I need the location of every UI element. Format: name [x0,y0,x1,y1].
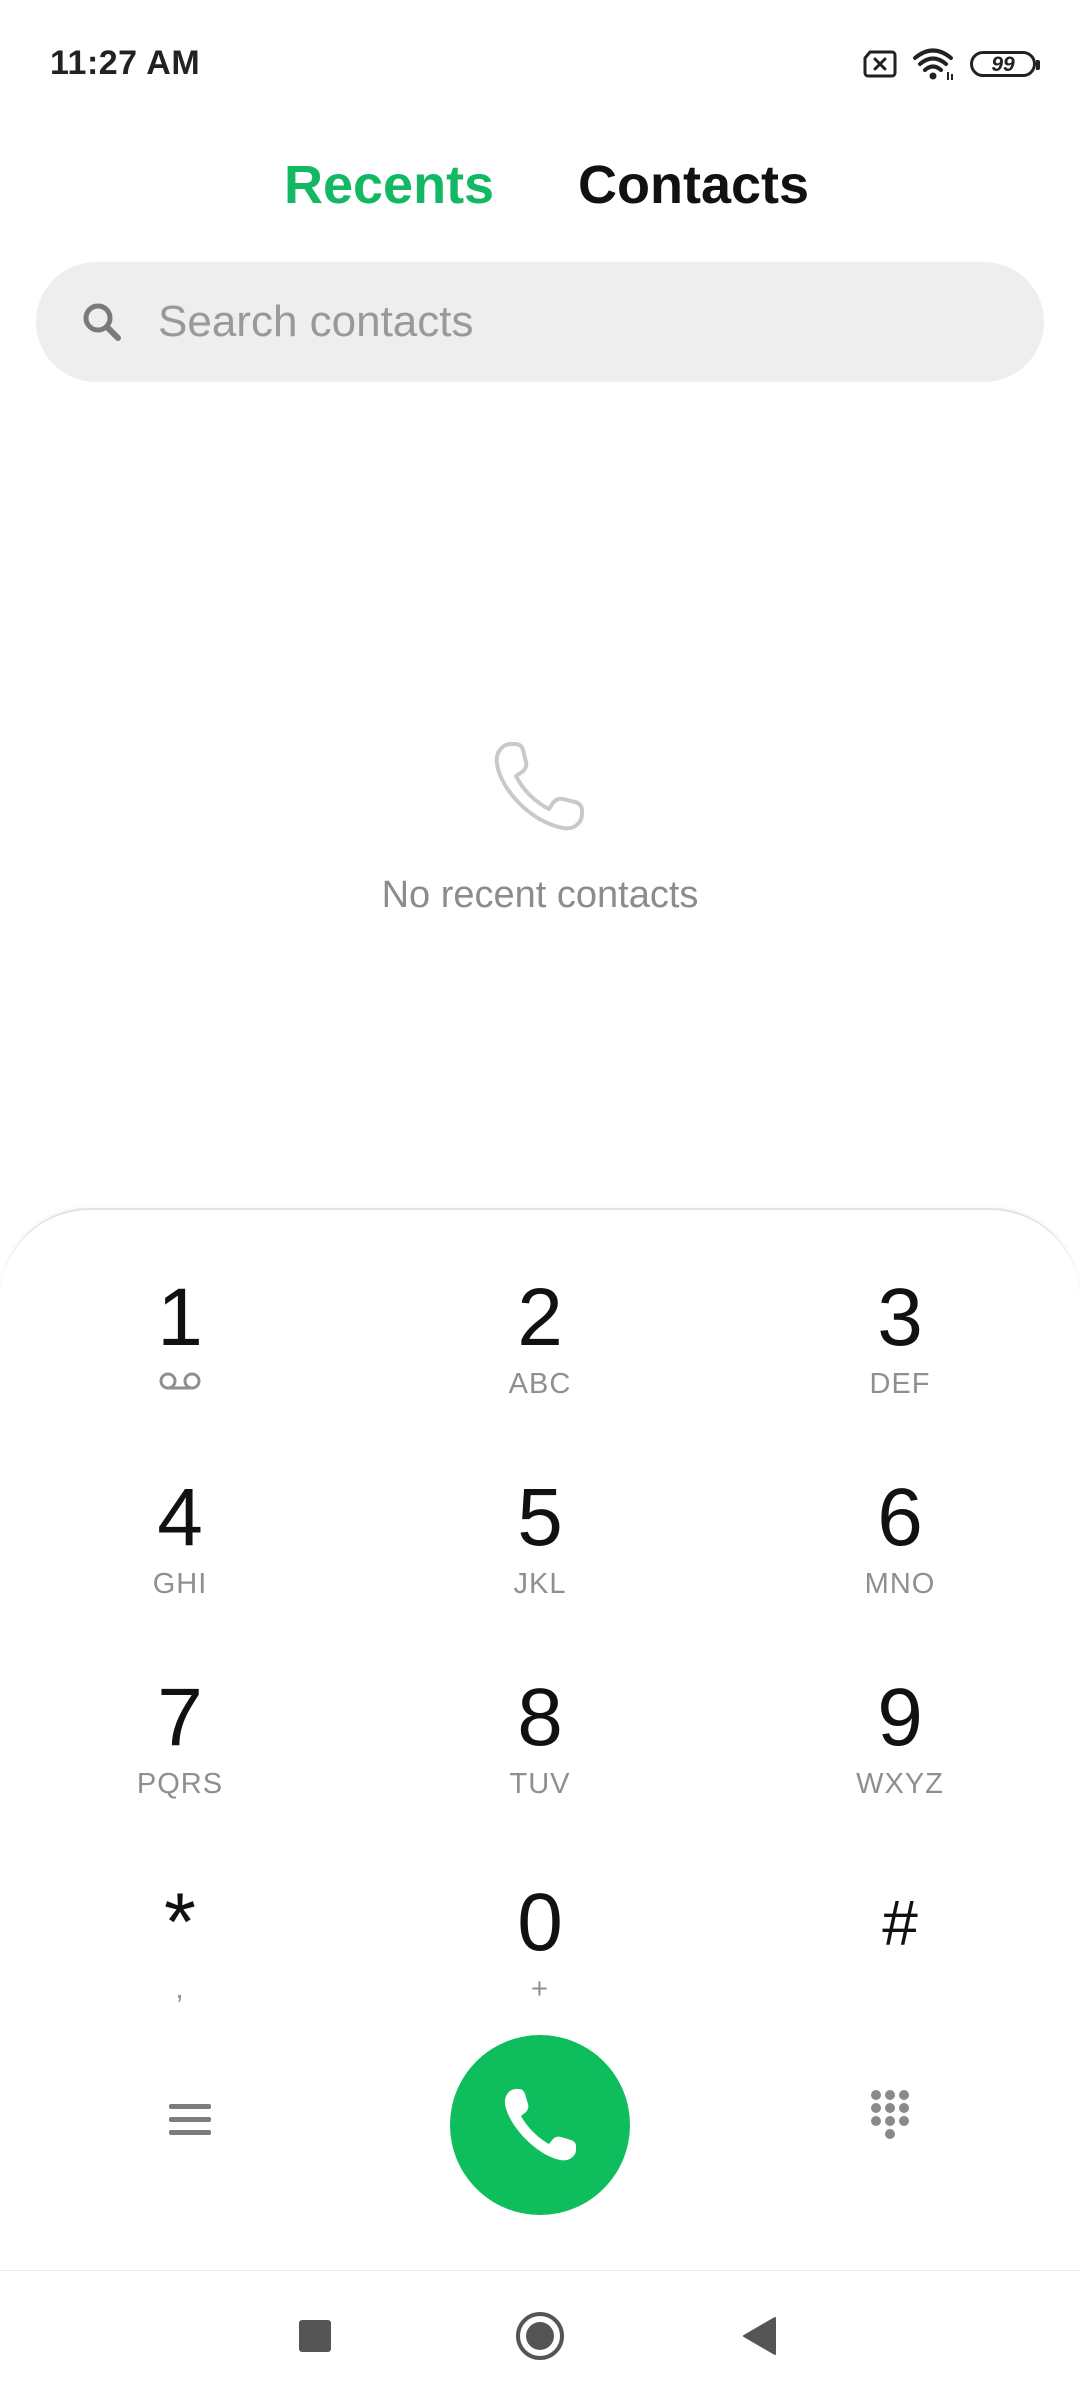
key-digit: 4 [157,1472,203,1563]
phone-call-icon [504,2089,576,2161]
nav-recents-button[interactable] [280,2301,350,2371]
battery-icon: 99 [970,51,1040,77]
phone-dialer-screen: 11:27 AM 99 Recents Contacts Search cont… [0,0,1080,2400]
key-digit: 3 [877,1272,923,1363]
tab-recents[interactable]: Recents [284,145,494,225]
battery-cap [1036,60,1040,70]
empty-state: No recent contacts [0,730,1080,917]
status-bar: 11:27 AM 99 [0,0,1080,130]
status-icons: 99 [862,44,1040,84]
key-digit: 0 [517,1877,563,1968]
voicemail-icon [159,1372,201,1390]
key-digit: 6 [877,1472,923,1563]
search-input[interactable] [156,296,980,348]
key-digit: * [164,1877,196,1968]
key-letters: GHI [152,1568,208,1600]
search-icon [72,292,132,352]
key-letters: MNO [864,1568,936,1600]
back-triangle-icon [743,2317,776,2355]
key-2[interactable]: 2 ABC [420,1270,660,1460]
key-digit: 9 [877,1672,923,1763]
wifi-icon [912,47,956,81]
key-9[interactable]: 9 WXYZ [780,1670,1020,1860]
key-letters: , [175,1973,185,2005]
key-letters: ABC [508,1368,572,1400]
call-button[interactable] [450,2035,630,2215]
key-letters: JKL [513,1568,567,1600]
menu-icon [169,2104,211,2135]
key-letters: TUV [509,1768,571,1800]
key-digit: 8 [517,1672,563,1763]
search-bar[interactable] [36,262,1044,382]
dialpad: 1 2 ABC 3 DEF 4 GHI 5 JKL 6 MNO 7 PQRS 8… [0,1208,1080,2270]
key-4[interactable]: 4 GHI [60,1470,300,1660]
navigation-bar [0,2270,1080,2400]
home-circle-icon [516,2312,564,2360]
key-star[interactable]: * , [60,1875,300,2065]
tab-bar: Recents Contacts [0,145,1080,225]
empty-state-message: No recent contacts [381,874,699,916]
key-hash[interactable]: # [780,1875,1020,2065]
dialpad-icon [871,2090,909,2139]
nav-back-button[interactable] [725,2301,795,2371]
tab-contacts[interactable]: Contacts [578,145,809,225]
key-letters: + [531,1973,549,2005]
key-6[interactable]: 6 MNO [780,1470,1020,1660]
key-8[interactable]: 8 TUV [420,1670,660,1860]
battery-level: 99 [991,52,1015,76]
key-5[interactable]: 5 JKL [420,1470,660,1660]
key-letters: PQRS [136,1768,224,1800]
key-letters: DEF [869,1368,931,1400]
dialpad-toggle-button[interactable] [850,2075,930,2155]
key-digit: 1 [157,1272,203,1363]
phone-outline-icon [485,730,595,840]
key-digit: 7 [157,1672,203,1763]
key-letters: WXYZ [856,1768,944,1800]
key-7[interactable]: 7 PQRS [60,1670,300,1860]
key-1[interactable]: 1 [60,1270,300,1460]
recents-square-icon [299,2320,331,2352]
nav-home-button[interactable] [505,2301,575,2371]
key-3[interactable]: 3 DEF [780,1270,1020,1460]
key-digit: # [882,1887,918,1959]
sim-missing-icon [862,50,898,78]
key-digit: 5 [517,1472,563,1563]
menu-button[interactable] [150,2080,230,2160]
status-time: 11:27 AM [50,44,201,82]
key-digit: 2 [517,1272,563,1363]
